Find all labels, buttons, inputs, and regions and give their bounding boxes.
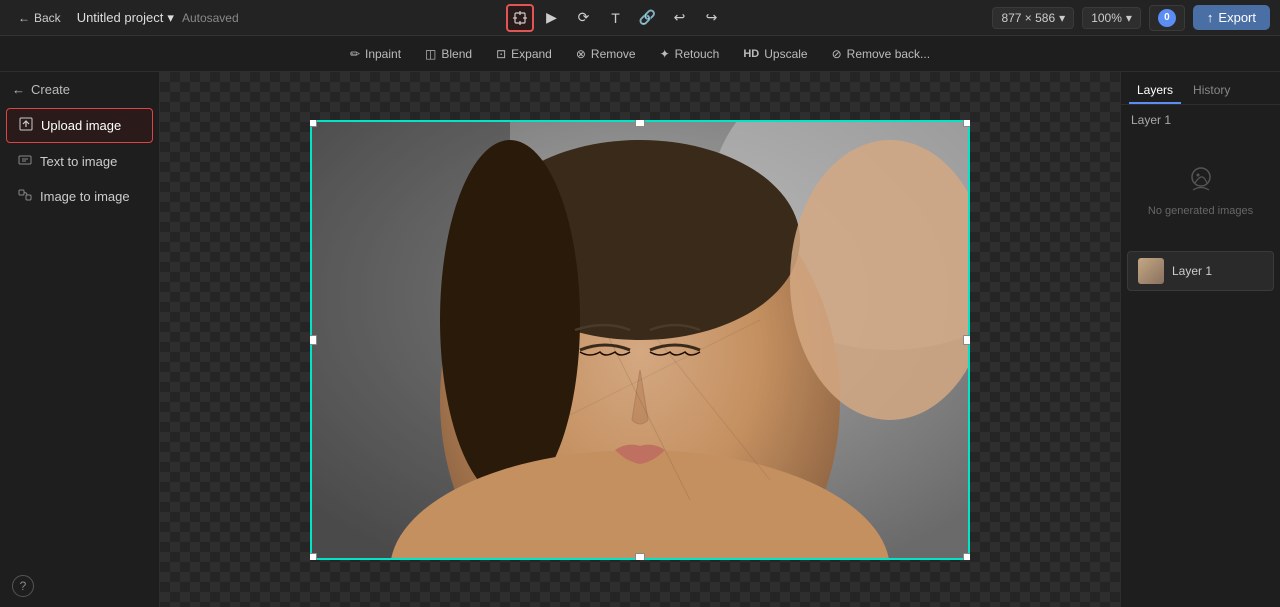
no-images-text: No generated images — [1148, 205, 1253, 217]
layer-item-name: Layer 1 — [1172, 264, 1212, 278]
zoom-chevron-icon: ▾ — [1126, 11, 1132, 25]
panel-item-upload[interactable]: Upload image — [6, 108, 153, 143]
refresh-button[interactable]: ⟳ — [570, 4, 598, 32]
export-text: Export — [1218, 10, 1256, 25]
img2img-label: Image to image — [40, 189, 130, 204]
history-tab-label: History — [1193, 83, 1230, 97]
layer1-header: Layer 1 — [1121, 105, 1280, 131]
help-icon: ? — [12, 575, 34, 597]
play-button[interactable]: ▶ — [538, 4, 566, 32]
retouch-label: Retouch — [675, 47, 720, 61]
canvas-area[interactable]: ↻ — [160, 72, 1120, 607]
help-button[interactable]: ? — [0, 565, 159, 607]
project-title-text: Untitled project — [77, 10, 164, 25]
dimension-value: 877 × 586 — [1001, 11, 1055, 25]
toolbar-item-blend[interactable]: ◫ Blend — [415, 43, 482, 65]
inpaint-icon: ✏ — [350, 47, 360, 61]
expand-icon: ⊡ — [496, 47, 506, 61]
inpaint-label: Inpaint — [365, 47, 401, 61]
toolbar-item-inpaint[interactable]: ✏ Inpaint — [340, 43, 411, 65]
back-button[interactable]: ← ← Back Back — [10, 8, 69, 28]
upscale-label: Upscale — [764, 47, 807, 61]
upscale-icon: HD — [743, 48, 759, 60]
toolbar-item-upscale[interactable]: HD Upscale — [733, 43, 817, 65]
layers-tab-label: Layers — [1137, 83, 1173, 97]
blend-icon: ◫ — [425, 47, 436, 61]
autosaved-label: Autosaved — [182, 11, 239, 25]
toolbar: ✏ Inpaint ◫ Blend ⊡ Expand ⊗ Remove ✦ Re… — [0, 36, 1280, 72]
dimension-chevron-icon: ▾ — [1059, 11, 1065, 25]
expand-label: Expand — [511, 47, 552, 61]
text2img-icon — [18, 153, 32, 170]
left-panel: ← Create Upload image Text to — [0, 72, 160, 607]
export-icon: ↑ — [1207, 10, 1214, 25]
create-label: Create — [31, 82, 70, 97]
layer1-name-header: Layer 1 — [1131, 113, 1171, 127]
img2img-icon — [18, 188, 32, 205]
layer-thumbnail — [1138, 258, 1164, 284]
credits-button[interactable]: 0 — [1149, 5, 1185, 31]
toolbar-item-retouch[interactable]: ✦ Retouch — [650, 43, 730, 65]
remove-icon: ⊗ — [576, 47, 586, 61]
no-images-icon — [1183, 161, 1219, 197]
canvas-container[interactable]: ↻ — [310, 120, 970, 560]
blend-label: Blend — [441, 47, 472, 61]
upload-label: Upload image — [41, 118, 121, 133]
toolbar-item-removebg[interactable]: ⊘ Remove back... — [822, 43, 940, 65]
dimension-control[interactable]: 877 × 586 ▾ — [992, 7, 1074, 29]
layer-item[interactable]: Layer 1 — [1127, 251, 1274, 291]
credits-value: 0 — [1164, 12, 1170, 23]
zoom-value: 100% — [1091, 11, 1122, 25]
right-panel: Layers History Layer 1 No generated imag… — [1120, 72, 1280, 607]
project-chevron-icon: ▾ — [167, 10, 174, 26]
zoom-control[interactable]: 100% ▾ — [1082, 7, 1141, 29]
removebg-label: Remove back... — [847, 47, 930, 61]
right-panel-tabs: Layers History — [1121, 72, 1280, 105]
tab-history[interactable]: History — [1185, 78, 1238, 104]
toolbar-item-expand[interactable]: ⊡ Expand — [486, 43, 562, 65]
project-title[interactable]: Untitled project ▾ — [77, 10, 174, 26]
main-layout: ← Create Upload image Text to — [0, 72, 1280, 607]
retouch-icon: ✦ — [660, 47, 670, 61]
top-bar: ← ← Back Back Untitled project ▾ Autosav… — [0, 0, 1280, 36]
create-header: ← Create — [0, 72, 159, 107]
toolbar-item-remove[interactable]: ⊗ Remove — [566, 43, 646, 65]
redo-button[interactable]: ↪ — [698, 4, 726, 32]
remove-label: Remove — [591, 47, 636, 61]
text-tool-button[interactable]: T — [602, 4, 630, 32]
back-icon: ← — [18, 11, 30, 25]
tool-group-transform: ▶ ⟳ T 🔗 ↩ ↪ — [506, 4, 726, 32]
credits-icon: 0 — [1158, 9, 1176, 27]
create-arrow-icon: ← — [12, 82, 25, 97]
canvas-image[interactable]: ↻ — [310, 120, 970, 560]
upload-icon — [19, 117, 33, 134]
link-tool-button[interactable]: 🔗 — [634, 4, 662, 32]
canvas-svg — [310, 120, 970, 560]
move-tool-button[interactable] — [506, 4, 534, 32]
text2img-label: Text to image — [40, 154, 117, 169]
tab-layers[interactable]: Layers — [1129, 78, 1181, 104]
panel-item-img2img[interactable]: Image to image — [6, 180, 153, 213]
no-images-area: No generated images — [1121, 131, 1280, 247]
removebg-icon: ⊘ — [832, 47, 842, 61]
back-text: Back — [34, 11, 61, 25]
panel-item-text2img[interactable]: Text to image — [6, 145, 153, 178]
export-button[interactable]: ↑ ↑ Export Export — [1193, 5, 1270, 30]
undo-button[interactable]: ↩ — [666, 4, 694, 32]
